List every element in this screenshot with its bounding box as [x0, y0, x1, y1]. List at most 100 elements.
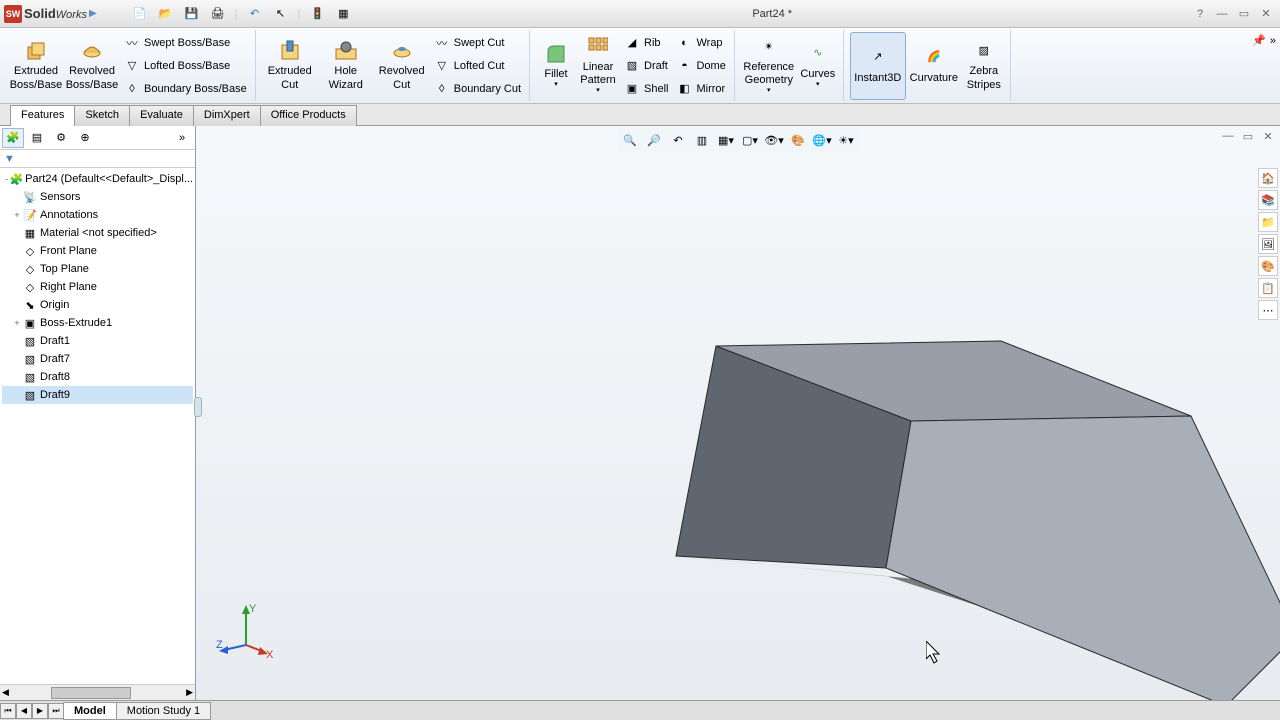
- save-button[interactable]: 💾: [183, 5, 201, 23]
- select-button[interactable]: ↖: [272, 5, 290, 23]
- tree-item-sensors[interactable]: 📡Sensors: [2, 188, 193, 206]
- tree-item-draft1[interactable]: ▧Draft1: [2, 332, 193, 350]
- feature-tree-tab[interactable]: 🧩: [2, 128, 24, 148]
- tab-evaluate[interactable]: Evaluate: [129, 105, 194, 126]
- expand-icon[interactable]: +: [12, 318, 22, 328]
- maximize-button[interactable]: ▭: [1236, 6, 1252, 22]
- orientation-triad[interactable]: Y Z X: [216, 600, 276, 660]
- section-view-button[interactable]: ▥: [692, 130, 712, 150]
- reference-geometry-button[interactable]: ✴Reference Geometry▾: [741, 32, 797, 100]
- pin-icon[interactable]: 📌: [1252, 34, 1266, 47]
- tree-item-front-plane[interactable]: ◇Front Plane: [2, 242, 193, 260]
- tree-item-origin[interactable]: ⬊Origin: [2, 296, 193, 314]
- tree-item-material-not-specified-[interactable]: ▦Material <not specified>: [2, 224, 193, 242]
- tab-sketch[interactable]: Sketch: [74, 105, 130, 126]
- bottom-tab-model[interactable]: Model: [63, 702, 117, 720]
- zebra-stripes-button[interactable]: ▨Zebra Stripes: [962, 32, 1006, 100]
- tab-features[interactable]: Features: [10, 105, 75, 126]
- view-orientation-button[interactable]: ▦▾: [716, 130, 736, 150]
- nav-last[interactable]: ⏭: [48, 703, 64, 719]
- tree-root[interactable]: - 🧩 Part24 (Default<<Default>_Displ...: [2, 170, 193, 188]
- design-library-tab[interactable]: 📚: [1258, 190, 1278, 210]
- revolved-boss-button[interactable]: Revolved Boss/Base: [64, 32, 120, 100]
- draft-button[interactable]: ▧Draft: [620, 55, 672, 77]
- help-button[interactable]: ?: [1192, 6, 1208, 22]
- panel-expand-icon[interactable]: »: [171, 128, 193, 148]
- filter-bar[interactable]: ▼: [0, 150, 195, 168]
- apply-scene-button[interactable]: 🌐▾: [812, 130, 832, 150]
- revolved-cut-button[interactable]: Revolved Cut: [374, 32, 430, 100]
- print-button[interactable]: 🖨: [209, 5, 227, 23]
- dome-button[interactable]: ◓Dome: [672, 55, 729, 77]
- options-button[interactable]: ▦: [334, 5, 352, 23]
- tree-item-boss-extrude1[interactable]: +▣Boss-Extrude1: [2, 314, 193, 332]
- tree-item-top-plane[interactable]: ◇Top Plane: [2, 260, 193, 278]
- doc-close-button[interactable]: ✕: [1260, 128, 1276, 144]
- expand-icon[interactable]: +: [12, 210, 22, 220]
- mirror-button[interactable]: ◧Mirror: [672, 78, 729, 100]
- panel-resize-handle[interactable]: [194, 397, 202, 417]
- panel-scrollbar[interactable]: ◀ ▶: [0, 684, 195, 700]
- configuration-tab[interactable]: ⚙: [50, 128, 72, 148]
- tab-dimxpert[interactable]: DimXpert: [193, 105, 261, 126]
- nav-first[interactable]: ⏮: [0, 703, 16, 719]
- file-explorer-tab[interactable]: 📁: [1258, 212, 1278, 232]
- resources-tab[interactable]: 🏠: [1258, 168, 1278, 188]
- rebuild-button[interactable]: 🚦: [308, 5, 326, 23]
- 3d-model[interactable]: [476, 206, 1280, 700]
- tree-item-draft7[interactable]: ▧Draft7: [2, 350, 193, 368]
- instant3d-button[interactable]: ↗Instant3D: [850, 32, 906, 100]
- rib-button[interactable]: ◢Rib: [620, 32, 672, 54]
- tree-item-label: Boss-Extrude1: [40, 317, 112, 329]
- extruded-boss-button[interactable]: Extruded Boss/Base: [8, 32, 64, 100]
- hole-wizard-button[interactable]: Hole Wizard: [318, 32, 374, 100]
- view-palette-tab[interactable]: 🖼: [1258, 234, 1278, 254]
- curves-button[interactable]: ∿Curves▾: [797, 32, 839, 100]
- linear-pattern-button[interactable]: Linear Pattern▾: [576, 32, 620, 100]
- wrap-button[interactable]: ◐Wrap: [672, 32, 729, 54]
- boundary-cut-button[interactable]: ◊Boundary Cut: [430, 78, 525, 100]
- zoom-fit-button[interactable]: 🔍: [620, 130, 640, 150]
- doc-maximize-button[interactable]: ▭: [1240, 128, 1256, 144]
- view-settings-button[interactable]: ☀▾: [836, 130, 856, 150]
- swept-cut-button[interactable]: 〰Swept Cut: [430, 32, 525, 54]
- wrap-icon: ◐: [676, 35, 692, 51]
- extruded-cut-button[interactable]: Extruded Cut: [262, 32, 318, 100]
- app-logo[interactable]: SW SolidWorks ▶: [0, 5, 101, 23]
- dimxpert-tab[interactable]: ⊕: [74, 128, 96, 148]
- tree-item-annotations[interactable]: +📝Annotations: [2, 206, 193, 224]
- boundary-boss-button[interactable]: ◊Boundary Boss/Base: [120, 78, 251, 100]
- open-button[interactable]: 📂: [157, 5, 175, 23]
- hide-show-button[interactable]: 👁▾: [764, 130, 784, 150]
- tab-office-products[interactable]: Office Products: [260, 105, 357, 126]
- fillet-button[interactable]: Fillet▾: [536, 32, 576, 100]
- lofted-boss-button[interactable]: ▽Lofted Boss/Base: [120, 55, 251, 77]
- edit-appearance-button[interactable]: 🎨: [788, 130, 808, 150]
- zoom-area-button[interactable]: 🔎: [644, 130, 664, 150]
- property-manager-tab[interactable]: ▤: [26, 128, 48, 148]
- previous-view-button[interactable]: ↶: [668, 130, 688, 150]
- swept-boss-button[interactable]: 〰Swept Boss/Base: [120, 32, 251, 54]
- curvature-button[interactable]: 🌈Curvature: [906, 32, 962, 100]
- shell-button[interactable]: ▣Shell: [620, 78, 672, 100]
- minimize-button[interactable]: —: [1214, 6, 1230, 22]
- 3d-viewport[interactable]: 🔍 🔎 ↶ ▥ ▦▾ ▢▾ 👁▾ 🎨 🌐▾ ☀▾ — ▭ ✕: [196, 126, 1280, 700]
- nav-next[interactable]: ▶: [32, 703, 48, 719]
- undo-button[interactable]: ↶: [246, 5, 264, 23]
- doc-minimize-button[interactable]: —: [1220, 128, 1236, 144]
- close-button[interactable]: ✕: [1258, 6, 1274, 22]
- tree-item-right-plane[interactable]: ◇Right Plane: [2, 278, 193, 296]
- tree-item-draft9[interactable]: ▧Draft9: [2, 386, 193, 404]
- new-button[interactable]: 📄: [131, 5, 149, 23]
- expand-arrow-icon[interactable]: »: [1270, 35, 1276, 47]
- menu-arrow-icon[interactable]: ▶: [89, 8, 97, 19]
- lofted-cut-button[interactable]: ▽Lofted Cut: [430, 55, 525, 77]
- nav-prev[interactable]: ◀: [16, 703, 32, 719]
- custom-props-tab[interactable]: 📋: [1258, 278, 1278, 298]
- more-tab[interactable]: ⋯: [1258, 300, 1278, 320]
- bottom-tab-motion-study-1[interactable]: Motion Study 1: [116, 702, 211, 720]
- display-style-button[interactable]: ▢▾: [740, 130, 760, 150]
- scroll-thumb[interactable]: [51, 687, 131, 699]
- appearances-tab[interactable]: 🎨: [1258, 256, 1278, 276]
- tree-item-draft8[interactable]: ▧Draft8: [2, 368, 193, 386]
